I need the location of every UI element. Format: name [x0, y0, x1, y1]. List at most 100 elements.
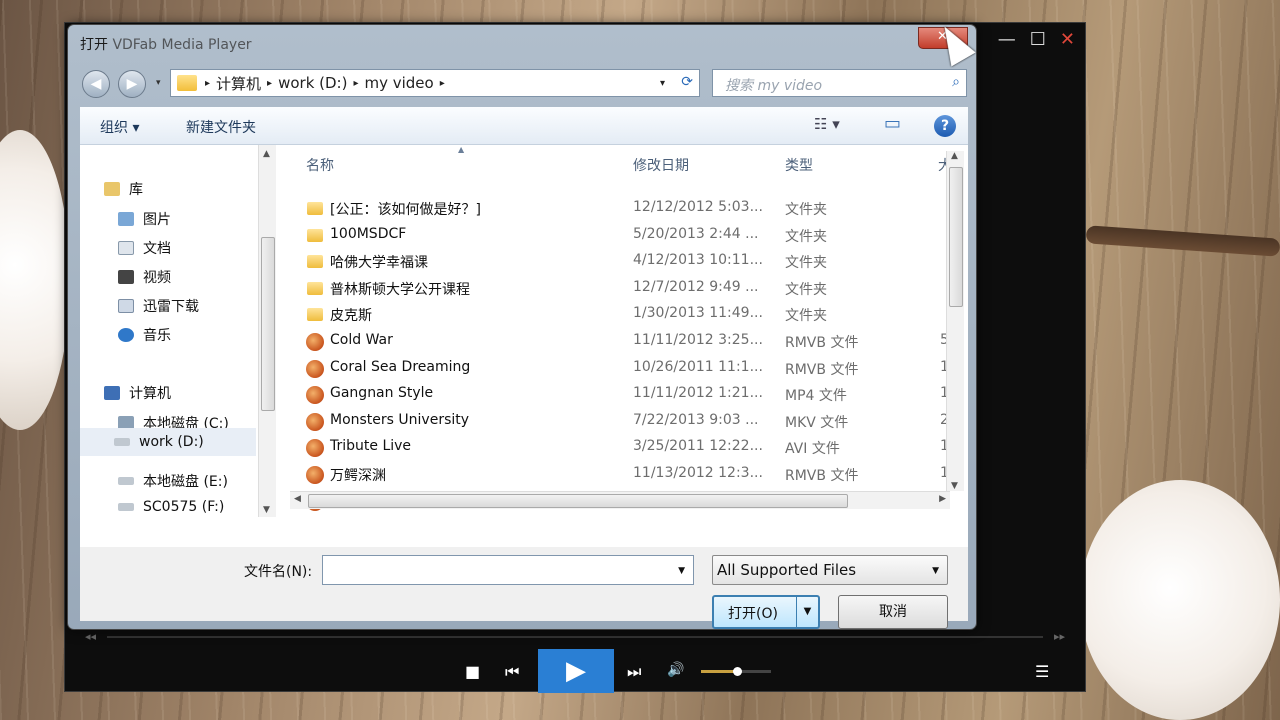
search-icon[interactable]: ⌕ — [952, 74, 960, 90]
player-title-text: VDFab Media Player — [112, 37, 252, 53]
file-row[interactable]: 万鳄深渊 11/13/2012 12:3... RMVB 文件 1 — [290, 461, 950, 487]
breadcrumb-separator[interactable]: ▸ — [267, 78, 272, 89]
column-date[interactable]: 修改日期 — [633, 155, 689, 175]
search-input[interactable]: 搜索 my video ⌕ — [712, 69, 967, 97]
scroll-right-icon[interactable]: ▶ — [939, 494, 946, 504]
seek-forward-icon[interactable]: ▸▸ — [1054, 630, 1065, 643]
breadcrumb-separator[interactable]: ▸ — [440, 78, 445, 89]
scroll-down-icon[interactable]: ▼ — [263, 505, 270, 515]
cancel-button[interactable]: 取消 — [838, 595, 948, 629]
file-row[interactable]: 皮克斯 1/30/2013 11:49... 文件夹 — [290, 301, 950, 327]
back-button[interactable]: ◀ — [82, 70, 110, 98]
scroll-down-icon[interactable]: ▼ — [951, 481, 958, 491]
scroll-thumb[interactable] — [261, 237, 275, 411]
filename-input[interactable]: ▼ — [322, 555, 694, 585]
filetype-select[interactable]: All Supported Files ▼ — [712, 555, 948, 585]
folder-icon — [307, 228, 323, 242]
address-dropdown-icon[interactable]: ▾ — [660, 78, 665, 89]
volume-slider[interactable] — [701, 667, 771, 676]
file-date: 12/12/2012 5:03... — [633, 199, 763, 215]
file-type: MKV 文件 — [785, 414, 849, 431]
file-name: 皮克斯 — [330, 308, 372, 325]
volume-knob[interactable] — [733, 667, 742, 676]
scroll-up-icon[interactable]: ▲ — [263, 149, 270, 159]
nav-item-computer[interactable]: 计算机 — [104, 383, 171, 403]
help-icon[interactable]: ? — [934, 115, 956, 137]
file-row[interactable]: 普林斯顿大学公开课程 12/7/2012 9:49 ... 文件夹 — [290, 275, 950, 301]
breadcrumb-computer[interactable]: 计算机 — [216, 73, 261, 94]
view-options-icon[interactable]: ☷ ▾ — [814, 115, 840, 133]
new-folder-button[interactable]: 新建文件夹 — [186, 117, 256, 137]
filename-dropdown-icon[interactable]: ▼ — [678, 566, 685, 576]
open-options-dropdown[interactable]: ▼ — [796, 597, 818, 627]
nav-scrollbar[interactable]: ▲ ▼ — [258, 145, 276, 517]
nav-item-drive-d[interactable]: work (D:) — [80, 428, 256, 456]
video-file-icon — [306, 439, 324, 458]
downloads-icon — [118, 299, 134, 313]
seek-bar[interactable]: ◂◂ ▸▸ — [85, 630, 1065, 644]
file-date: 5/20/2013 2:44 ... — [633, 225, 759, 242]
breadcrumb-work-d[interactable]: work (D:) — [278, 74, 347, 92]
column-type[interactable]: 类型 — [785, 155, 813, 175]
nav-item-library[interactable]: 库 — [104, 179, 143, 199]
nav-item-documents[interactable]: 文档 — [118, 238, 171, 258]
sort-ascending-icon: ▲ — [458, 145, 465, 154]
address-bar[interactable]: ▸ 计算机 ▸ work (D:) ▸ my video ▸ ▾ ⟳ — [170, 69, 700, 97]
seek-back-icon[interactable]: ◂◂ — [85, 630, 96, 643]
refresh-icon[interactable]: ⟳ — [681, 74, 693, 90]
play-button[interactable]: ▶ — [538, 649, 614, 693]
nav-item-drive-e[interactable]: 本地磁盘 (E:) — [118, 471, 228, 491]
scroll-up-icon[interactable]: ▲ — [951, 151, 958, 161]
stop-button[interactable]: ■ — [465, 662, 480, 681]
file-list-scrollbar[interactable]: ▲ ▼ — [946, 151, 964, 491]
breadcrumb-separator[interactable]: ▸ — [353, 78, 358, 89]
nav-item-pictures[interactable]: 图片 — [118, 209, 171, 229]
nav-item-downloads[interactable]: 迅雷下载 — [118, 296, 199, 316]
file-row[interactable]: 100MSDCF 5/20/2013 2:44 ... 文件夹 — [290, 222, 950, 248]
file-row[interactable]: Monsters University 7/22/2013 9:03 ... MKV… — [290, 408, 950, 434]
seek-track[interactable] — [107, 636, 1043, 638]
scroll-thumb[interactable] — [308, 494, 848, 508]
previous-button[interactable]: ⏮ — [505, 662, 519, 682]
file-row[interactable]: [公正：该如何做是好？] 12/12/2012 5:03... 文件夹 — [290, 195, 950, 221]
file-name: 万鳄深渊 — [330, 468, 386, 484]
breadcrumb-my-video[interactable]: my video — [364, 74, 433, 92]
file-row[interactable]: Gangnan Style 11/11/2012 1:21... MP4 文件 1 — [290, 381, 950, 407]
recent-locations-dropdown[interactable]: ▾ — [156, 78, 161, 88]
scroll-left-icon[interactable]: ◀ — [294, 494, 301, 504]
horizontal-scrollbar[interactable]: ◀ ▶ — [290, 491, 950, 509]
filetype-dropdown-icon[interactable]: ▼ — [932, 566, 939, 576]
file-date: 12/7/2012 9:49 ... — [633, 278, 759, 295]
nav-item-music[interactable]: 音乐 — [118, 325, 171, 345]
file-row[interactable]: Coral Sea Dreaming 10/26/2011 11:1... RMVB… — [290, 355, 950, 381]
maximize-button[interactable]: ☐ — [1030, 29, 1046, 50]
organize-menu[interactable]: 组织 ▾ — [100, 117, 139, 137]
nav-item-drive-f[interactable]: SC0575 (F:) — [118, 499, 224, 515]
nav-item-label: work (D:) — [139, 434, 204, 450]
preview-pane-icon[interactable]: ▭ — [884, 113, 901, 134]
file-date: 4/12/2013 10:11... — [633, 252, 763, 269]
minimize-button[interactable]: — — [998, 29, 1016, 50]
file-row[interactable]: Tribute Live 3/25/2011 12:22... AVI 文件 1 — [290, 434, 950, 460]
file-row[interactable]: Cold War 11/11/2012 3:25... RMVB 文件 5 — [290, 328, 950, 354]
search-placeholder: 搜索 my video — [725, 78, 823, 94]
player-close-button[interactable]: ✕ — [1060, 29, 1075, 50]
computer-icon — [104, 386, 120, 400]
playlist-button[interactable]: ☰ — [1035, 662, 1049, 681]
breadcrumb-separator[interactable]: ▸ — [205, 78, 210, 89]
volume-icon[interactable]: 🔊 — [667, 662, 684, 678]
file-name: Coral Sea Dreaming — [330, 358, 471, 375]
open-button[interactable]: 打开(O) ▼ — [712, 595, 820, 629]
file-date: 10/26/2011 11:1... — [633, 358, 763, 375]
file-row[interactable]: 哈佛大学幸福课 4/12/2013 10:11... 文件夹 — [290, 248, 950, 274]
nav-item-label: 库 — [129, 182, 143, 198]
play-icon: ▶ — [566, 656, 586, 686]
dialog-title: 打开 VDFab Media Player — [80, 34, 252, 54]
filetype-value: All Supported Files — [717, 561, 857, 579]
nav-item-videos[interactable]: 视频 — [118, 267, 171, 287]
next-button[interactable]: ⏭ — [627, 662, 641, 682]
column-name[interactable]: 名称 — [306, 155, 334, 175]
forward-button[interactable]: ▶ — [118, 70, 146, 98]
scroll-thumb[interactable] — [949, 167, 963, 307]
file-name: Cold War — [330, 332, 393, 348]
